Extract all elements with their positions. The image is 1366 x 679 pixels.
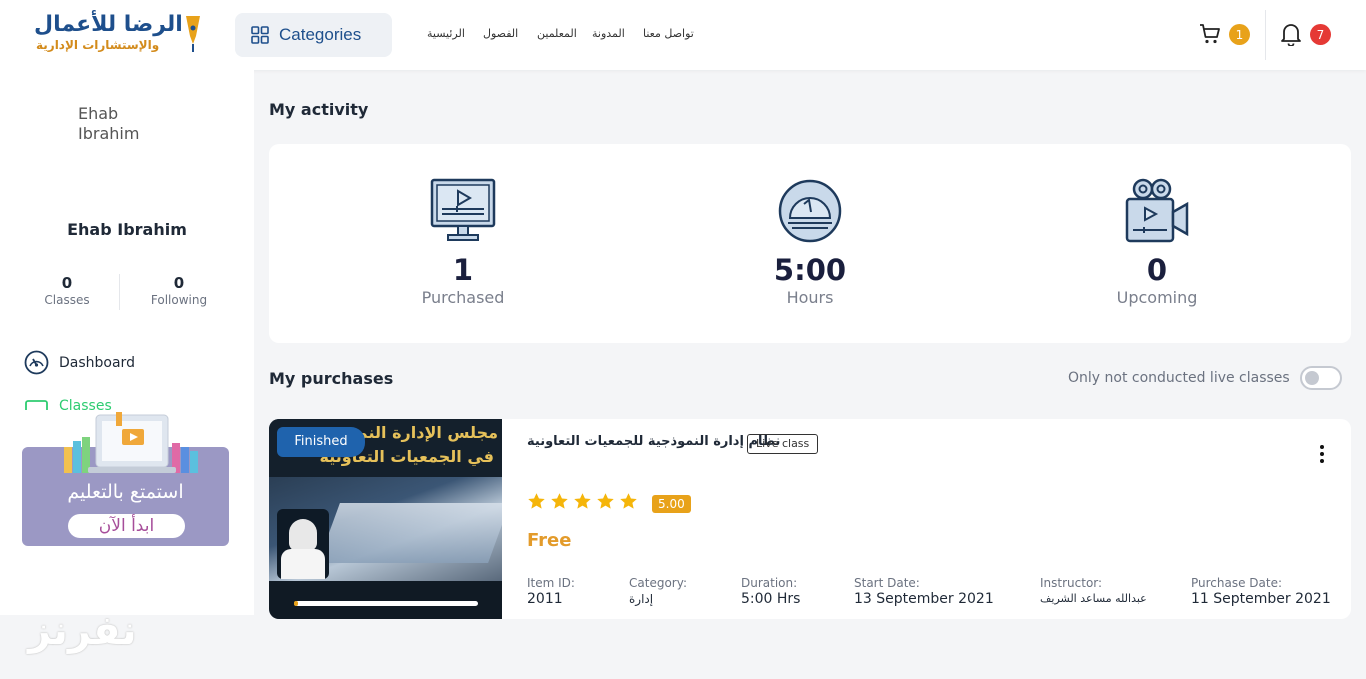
- course-thumbnail[interactable]: مجلس الإدارة النموذجي في الجمعيات التعاو…: [269, 419, 502, 619]
- meta-start-date: Start Date: 13 September 2021: [854, 576, 994, 608]
- meta-instructor: Instructor: عبدالله مساعد الشريف: [1040, 576, 1147, 608]
- activity-card: 1 Purchased 5:00 Hours 0 Upcoming: [269, 144, 1351, 343]
- bell-icon[interactable]: [1280, 22, 1302, 46]
- cart-count-badge: 1: [1229, 24, 1250, 45]
- stat-classes-label: Classes: [44, 293, 90, 307]
- nav-teachers[interactable]: المعلمين: [537, 27, 577, 40]
- presenter-body: [281, 549, 325, 579]
- status-badge: Finished: [277, 427, 365, 457]
- meta-item-id: Item ID: 2011: [527, 576, 575, 608]
- promo-text: استمتع بالتعليم: [67, 481, 184, 503]
- monitor-play-icon: [430, 178, 496, 241]
- sidebar-item-dashboard[interactable]: Dashboard: [24, 350, 135, 375]
- meta-duration-key: Duration:: [741, 576, 798, 590]
- live-filter-toggle[interactable]: [1299, 366, 1342, 390]
- meta-category-key: Category:: [629, 576, 687, 590]
- thumbnail-presenter: [277, 509, 329, 579]
- rating-badge: 5.00: [652, 495, 691, 513]
- star-icon: [528, 493, 545, 509]
- activity-hours-label: Hours: [786, 288, 834, 307]
- star-icon: [574, 493, 591, 509]
- course-title[interactable]: نظام إدارة النموذجية للجمعيات التعاونية: [527, 434, 780, 449]
- site-logo[interactable]: الرضا للأعمال والإستشارات الإدارية: [34, 12, 206, 58]
- activity-purchased-value: 1: [452, 253, 474, 287]
- star-icon: [551, 493, 568, 509]
- meta-item-id-key: Item ID:: [527, 576, 575, 590]
- cart-icon[interactable]: [1198, 22, 1222, 46]
- stat-following-label: Following: [150, 293, 208, 307]
- watermark: نفرنز: [28, 608, 137, 654]
- grid-icon: [251, 26, 269, 44]
- meta-duration-value: 5:00 Hrs: [741, 591, 801, 607]
- activity-upcoming: 0 Upcoming: [1057, 178, 1257, 307]
- logo-subtitle: والإستشارات الإدارية: [36, 38, 160, 52]
- sidebar: Ehab Ibrahim Ehab Ibrahim 0 Classes 0 Fo…: [0, 70, 254, 615]
- meta-purchase-date-value: 11 September 2021: [1191, 591, 1331, 607]
- clock-dome-icon: [778, 179, 842, 243]
- stat-following: 0 Following: [129, 274, 229, 307]
- live-filter: Only not conducted live classes: [1068, 366, 1342, 390]
- star-icon: [597, 493, 614, 509]
- activity-upcoming-label: Upcoming: [1116, 288, 1198, 307]
- user-name: Ehab Ibrahim: [67, 220, 187, 239]
- nav-contact[interactable]: تواصل معنا: [643, 27, 694, 40]
- activity-hours: 5:00 Hours: [710, 178, 910, 307]
- course-progress-fill: [294, 601, 298, 606]
- rating-stars: [527, 492, 638, 511]
- notifications-count-badge: 7: [1310, 24, 1331, 45]
- presenter-head: [289, 519, 317, 551]
- nav-home[interactable]: الرئيسية: [427, 27, 465, 40]
- meta-purchase-date: Purchase Date: 11 September 2021: [1191, 576, 1331, 608]
- video-camera-icon: [1125, 178, 1189, 243]
- stat-divider: [119, 274, 120, 310]
- sidebar-item-dashboard-label: Dashboard: [59, 354, 135, 371]
- activity-purchased-label: Purchased: [421, 288, 505, 307]
- meta-start-date-key: Start Date:: [854, 576, 920, 590]
- avatar: Ehab Ibrahim: [78, 104, 158, 144]
- classes-icon: [25, 400, 48, 410]
- my-activity-title: My activity: [269, 100, 369, 119]
- stat-classes: 0 Classes: [17, 274, 117, 307]
- more-options-icon[interactable]: [1312, 443, 1332, 465]
- stat-following-value: 0: [173, 274, 185, 292]
- pen-nib-icon: [186, 16, 200, 52]
- activity-upcoming-value: 0: [1146, 253, 1168, 287]
- purchase-card[interactable]: مجلس الإدارة النموذجي في الجمعيات التعاو…: [269, 419, 1351, 619]
- header-divider: [1265, 10, 1266, 60]
- meta-category: Category: إدارة: [629, 576, 687, 608]
- meta-instructor-value[interactable]: عبدالله مساعد الشريف: [1040, 590, 1147, 608]
- promo-start-button[interactable]: ابدأ الآن: [68, 514, 185, 538]
- stat-classes-value: 0: [61, 274, 73, 292]
- activity-purchased: 1 Purchased: [363, 178, 563, 307]
- live-filter-label: Only not conducted live classes: [1068, 370, 1290, 386]
- nav-classes[interactable]: الفصول: [483, 27, 518, 40]
- meta-instructor-key: Instructor:: [1040, 576, 1103, 590]
- categories-label: Categories: [279, 25, 362, 44]
- sidebar-item-classes[interactable]: Classes: [24, 398, 112, 410]
- toggle-knob: [1304, 371, 1319, 385]
- meta-purchase-date-key: Purchase Date:: [1191, 576, 1283, 590]
- course-price: Free: [527, 530, 572, 551]
- meta-start-date-value: 13 September 2021: [854, 591, 994, 607]
- meta-duration: Duration: 5:00 Hrs: [741, 576, 800, 608]
- activity-hours-value: 5:00: [773, 253, 847, 287]
- promo-card: استمتع بالتعليم ابدأ الآن: [22, 412, 229, 546]
- sidebar-item-classes-label: Classes: [59, 398, 112, 410]
- thumbnail-laptop-graphic: [318, 503, 502, 563]
- my-purchases-title: My purchases: [269, 369, 394, 388]
- top-header: الرضا للأعمال والإستشارات الإدارية Categ…: [0, 0, 1366, 70]
- laptop-books-illustration: [64, 412, 198, 473]
- avatar-alt-text: Ehab Ibrahim: [78, 104, 140, 143]
- nav-blog[interactable]: المدونة: [592, 27, 625, 40]
- logo-title: الرضا للأعمال: [34, 12, 183, 37]
- categories-button[interactable]: Categories: [235, 13, 392, 57]
- course-type-badge: Live class: [747, 434, 819, 454]
- star-icon: [620, 493, 637, 509]
- thumbnail-footer: [269, 581, 502, 619]
- meta-category-value: إدارة: [629, 592, 654, 606]
- dashboard-gauge-icon: [24, 350, 49, 375]
- course-progress-bar: [294, 601, 478, 606]
- meta-item-id-value: 2011: [527, 591, 563, 607]
